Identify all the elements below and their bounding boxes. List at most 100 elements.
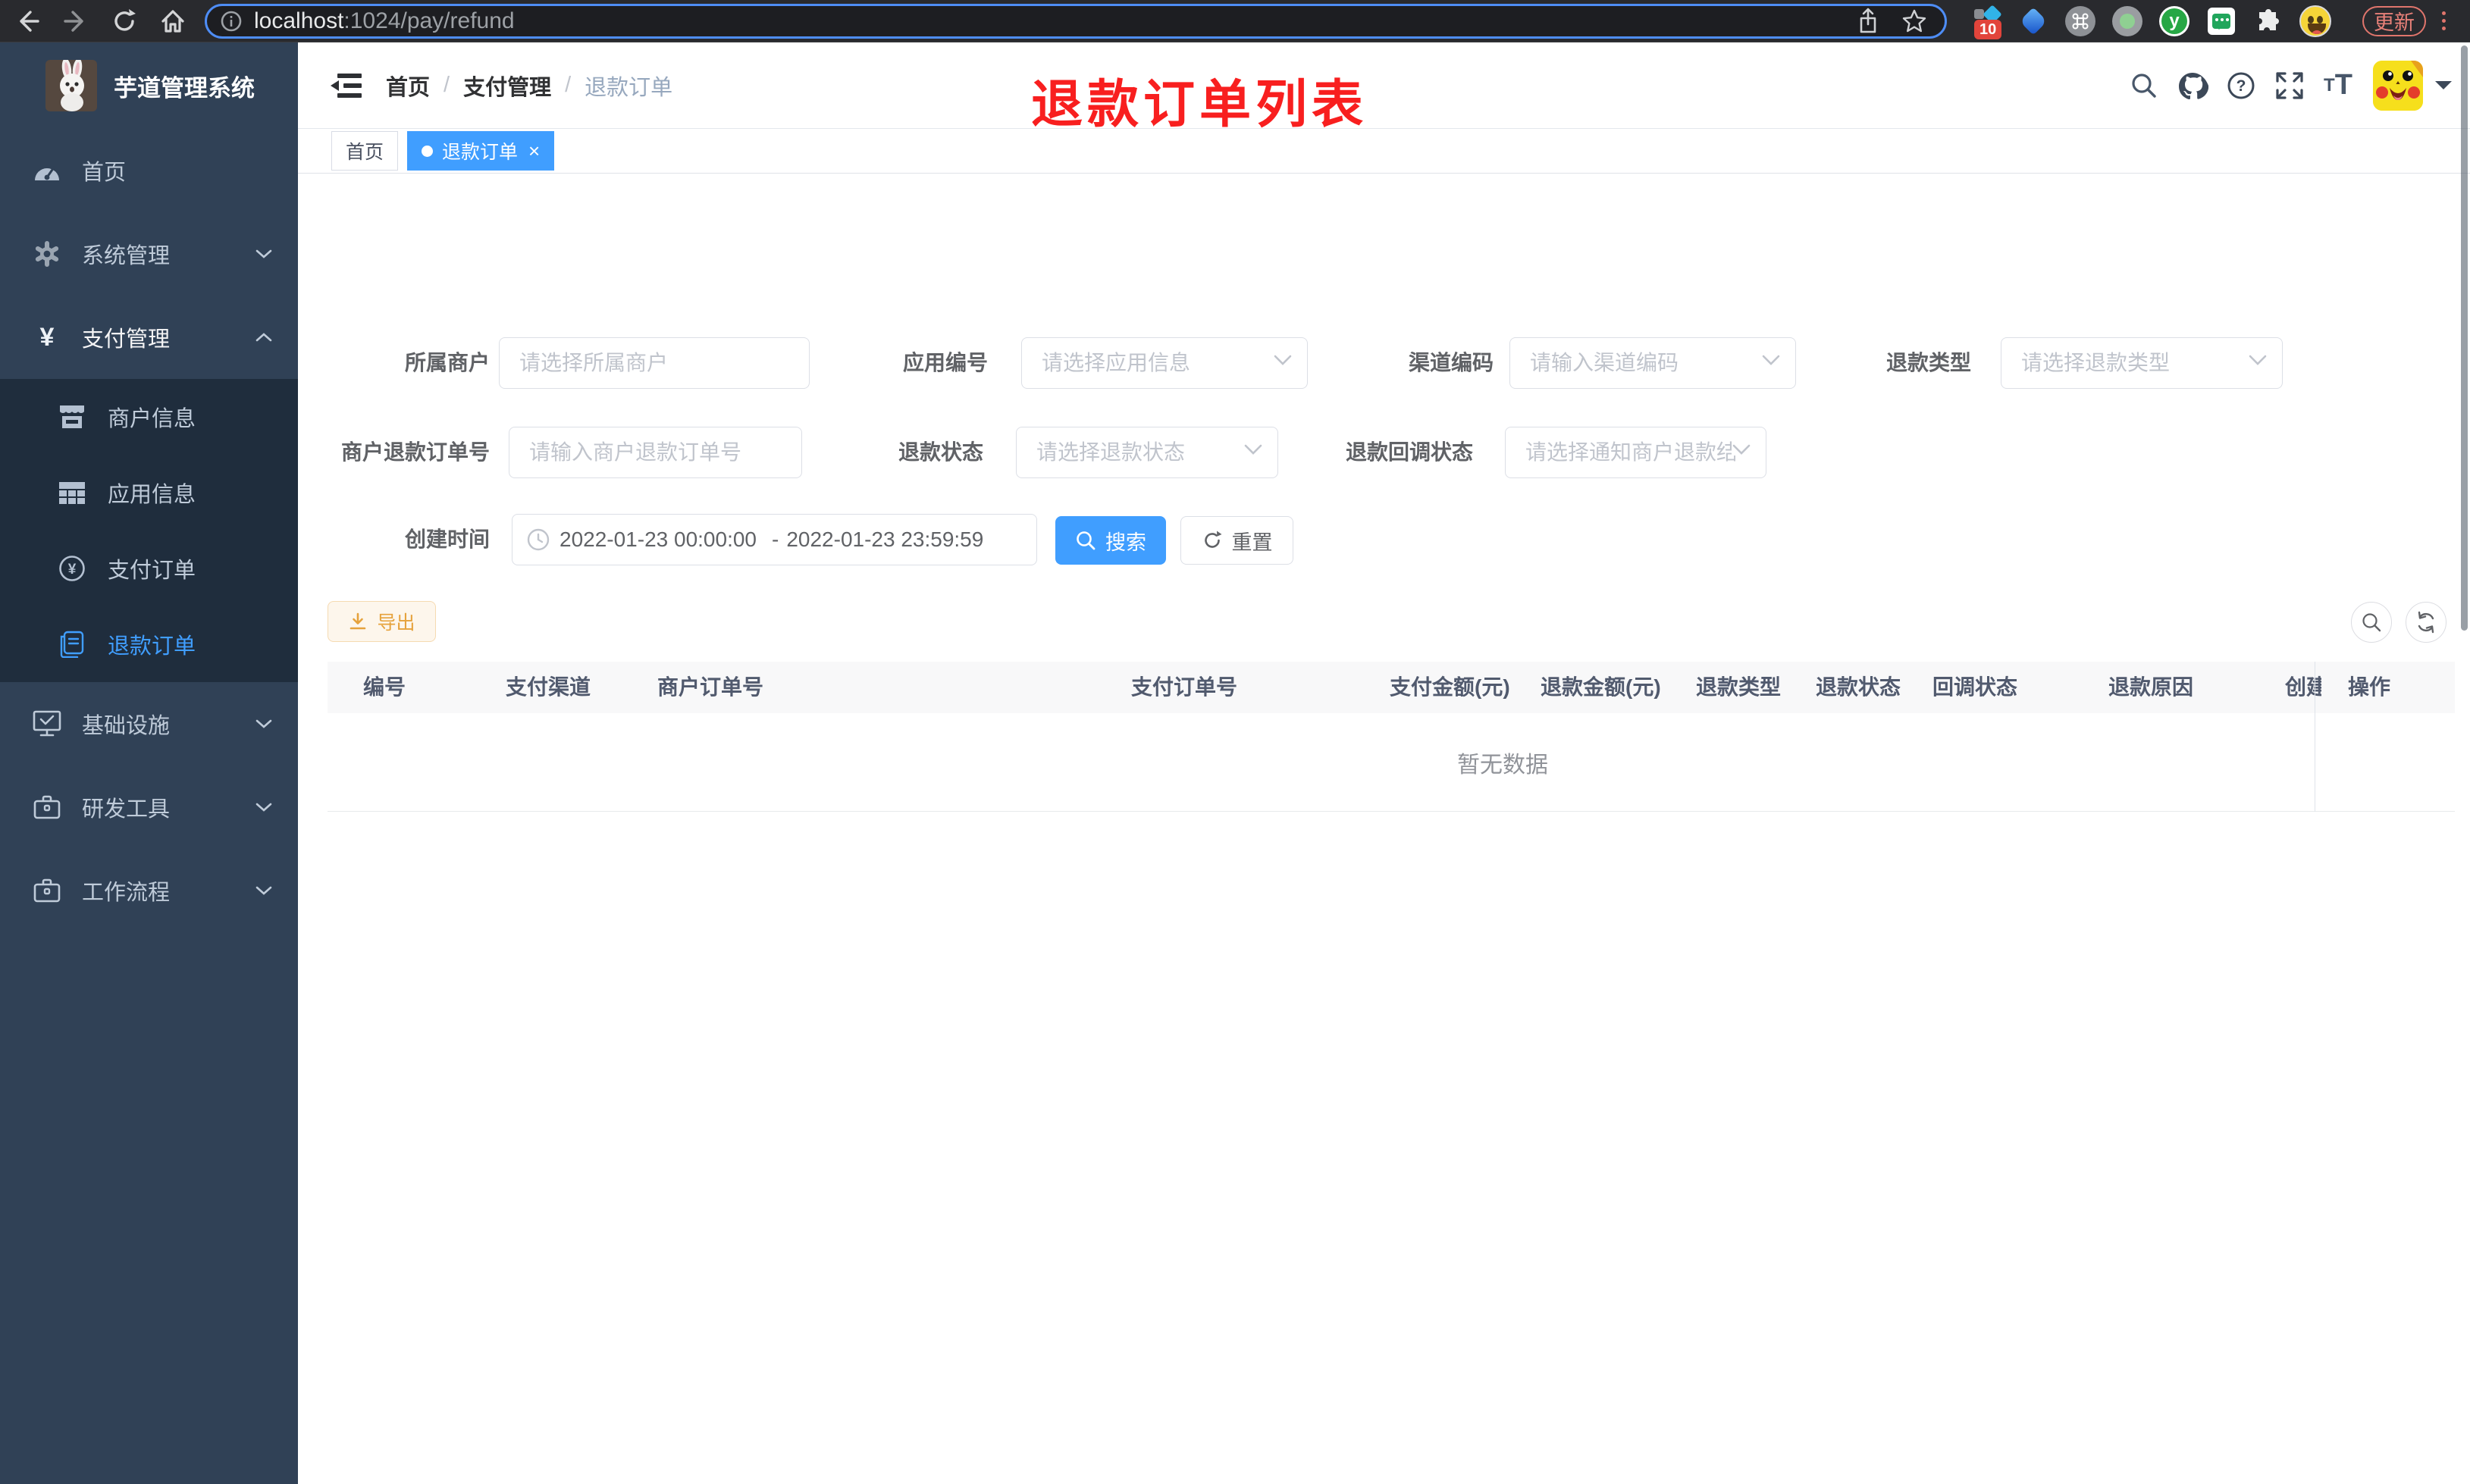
help-icon[interactable]: ?	[2217, 61, 2265, 110]
merchant-refund-no-input[interactable]	[509, 427, 802, 478]
sidebar-item-merchant-info[interactable]: 商户信息	[0, 379, 298, 455]
sidebar-item-app-info[interactable]: 应用信息	[0, 455, 298, 531]
tab-close-icon[interactable]: ×	[528, 141, 540, 161]
browser-home-button[interactable]	[152, 0, 194, 42]
channel-select[interactable]	[1509, 337, 1796, 389]
col-refund-type: 退款类型	[1696, 675, 1782, 699]
extension-y-icon[interactable]: y	[2158, 5, 2191, 38]
filter-label-app: 应用编号	[902, 351, 988, 374]
page-annotation-title: 退款订单列表	[1031, 76, 1368, 133]
tab-refund-order[interactable]: 退款订单 ×	[407, 131, 555, 171]
app-select-input[interactable]	[1021, 337, 1308, 389]
tab-home[interactable]: 首页	[331, 131, 399, 171]
page-scrollbar[interactable]	[2461, 45, 2468, 631]
refund-type-select[interactable]	[2001, 337, 2283, 389]
sidebar-item-pay-order[interactable]: ¥ 支付订单	[0, 531, 298, 606]
date-start-value[interactable]: 2022-01-23 00:00:00	[560, 528, 770, 552]
extension-chat-icon[interactable]	[2205, 5, 2238, 38]
chevron-down-icon	[255, 802, 272, 812]
browser-menu-button[interactable]	[2434, 11, 2453, 30]
breadcrumb-section[interactable]: 支付管理	[463, 70, 551, 102]
app-select[interactable]	[1021, 337, 1308, 389]
notify-status-select[interactable]	[1505, 427, 1766, 478]
extension-kite-icon[interactable]	[2017, 5, 2050, 38]
yen-icon: ¥	[39, 323, 55, 352]
svg-text:¥: ¥	[68, 562, 77, 578]
reset-button-label: 重置	[1231, 531, 1273, 554]
url-bar[interactable]: localhost:1024/pay/refund	[205, 3, 1947, 39]
sidebar-item-infra[interactable]: 基础设施	[0, 682, 298, 765]
briefcase-icon	[32, 878, 62, 903]
sidebar-item-home[interactable]: 首页	[0, 129, 298, 212]
navbar-actions: ? TT	[2120, 60, 2470, 111]
sidebar-item-payment[interactable]: ¥ 支付管理	[0, 296, 298, 379]
date-end-value[interactable]: 2022-01-23 23:59:59	[786, 528, 992, 552]
sidebar-item-refund-order[interactable]: 退款订单	[0, 606, 298, 682]
site-info-icon[interactable]	[219, 9, 243, 33]
sidebar-collapse-button[interactable]	[321, 61, 369, 110]
col-actions: 操作	[2348, 675, 2391, 699]
dashboard-icon	[32, 158, 62, 183]
font-size-icon[interactable]: TT	[2314, 61, 2362, 110]
col-create-time: 创建时间	[2285, 675, 2321, 699]
breadcrumb-home[interactable]: 首页	[386, 70, 430, 102]
fullscreen-icon[interactable]	[2265, 61, 2314, 110]
extension-devtools-icon[interactable]: 10	[1970, 4, 2003, 39]
merchant-input[interactable]	[499, 337, 810, 389]
merchant-input-wrap	[499, 337, 810, 389]
sidebar-item-label: 首页	[82, 161, 127, 185]
store-icon	[58, 404, 86, 430]
tab-label: 首页	[346, 142, 384, 163]
sidebar-item-label: 基础设施	[82, 714, 171, 738]
browser-forward-button[interactable]	[55, 0, 97, 42]
tab-label: 退款订单	[442, 142, 519, 163]
user-avatar[interactable]	[2373, 60, 2423, 111]
channel-select-input[interactable]	[1509, 337, 1796, 389]
refund-status-select-input[interactable]	[1016, 427, 1278, 478]
col-refund-reason: 退款原因	[2108, 675, 2194, 699]
filter-label-channel: 渠道编码	[1408, 351, 1494, 374]
github-icon[interactable]	[2168, 61, 2217, 110]
export-button[interactable]: 导出	[328, 601, 436, 642]
bookmark-star-icon[interactable]	[1901, 8, 1928, 35]
extension-command-icon[interactable]	[2064, 5, 2097, 38]
extension-badge: 10	[1974, 19, 2002, 39]
refund-status-select[interactable]	[1016, 427, 1278, 478]
refresh-icon	[1202, 530, 1223, 551]
col-callback-status: 回调状态	[1932, 675, 2018, 699]
extensions-puzzle-icon[interactable]	[2252, 5, 2285, 38]
search-button-label: 搜索	[1105, 531, 1146, 554]
share-icon[interactable]	[1855, 8, 1881, 35]
table-header: 编号 支付渠道 商户订单号 支付订单号 支付金额(元) 退款金额(元) 退款类型…	[328, 662, 2455, 713]
notify-status-select-input[interactable]	[1505, 427, 1766, 478]
sidebar-item-workflow[interactable]: 工作流程	[0, 849, 298, 932]
sidebar-submenu-payment: 商户信息 应用信息 ¥ 支付订单 退款订单	[0, 379, 298, 682]
create-time-range-picker[interactable]: 2022-01-23 00:00:00 - 2022-01-23 23:59:5…	[512, 514, 1037, 565]
sidebar-item-label: 商户信息	[108, 407, 196, 431]
sidebar-logo[interactable]: 芋道管理系统	[0, 42, 298, 129]
col-refund-amount: 退款金额(元)	[1541, 675, 1661, 699]
refund-type-select-input[interactable]	[2001, 337, 2283, 389]
sidebar-item-devtools[interactable]: 研发工具	[0, 765, 298, 849]
filter-label-refund-status: 退款状态	[898, 440, 983, 464]
refresh-table-button[interactable]	[2406, 602, 2446, 643]
extension-recorder-icon[interactable]	[2111, 5, 2144, 38]
browser-profile-avatar[interactable]	[2299, 5, 2332, 38]
chevron-up-icon	[255, 332, 272, 343]
browser-reload-button[interactable]	[103, 0, 146, 42]
avatar-caret-icon[interactable]	[2435, 80, 2452, 98]
show-search-toggle-button[interactable]	[2351, 602, 2392, 643]
browser-update-button[interactable]: 更新	[2362, 5, 2426, 36]
filter-label-merchant-refund-no: 商户退款订单号	[340, 440, 490, 464]
sidebar-item-system[interactable]: 系统管理	[0, 212, 298, 296]
reload-icon	[129, 8, 136, 16]
browser-back-button[interactable]	[6, 0, 49, 42]
yen-circle-icon: ¥	[58, 555, 86, 582]
col-id: 编号	[363, 675, 406, 699]
header-search-icon[interactable]	[2120, 61, 2168, 110]
reset-button[interactable]: 重置	[1180, 516, 1293, 565]
sidebar-item-label: 退款订单	[108, 634, 196, 659]
search-button[interactable]: 搜索	[1055, 516, 1166, 565]
grid-icon	[58, 481, 86, 505]
url-host: localhost	[254, 8, 344, 33]
